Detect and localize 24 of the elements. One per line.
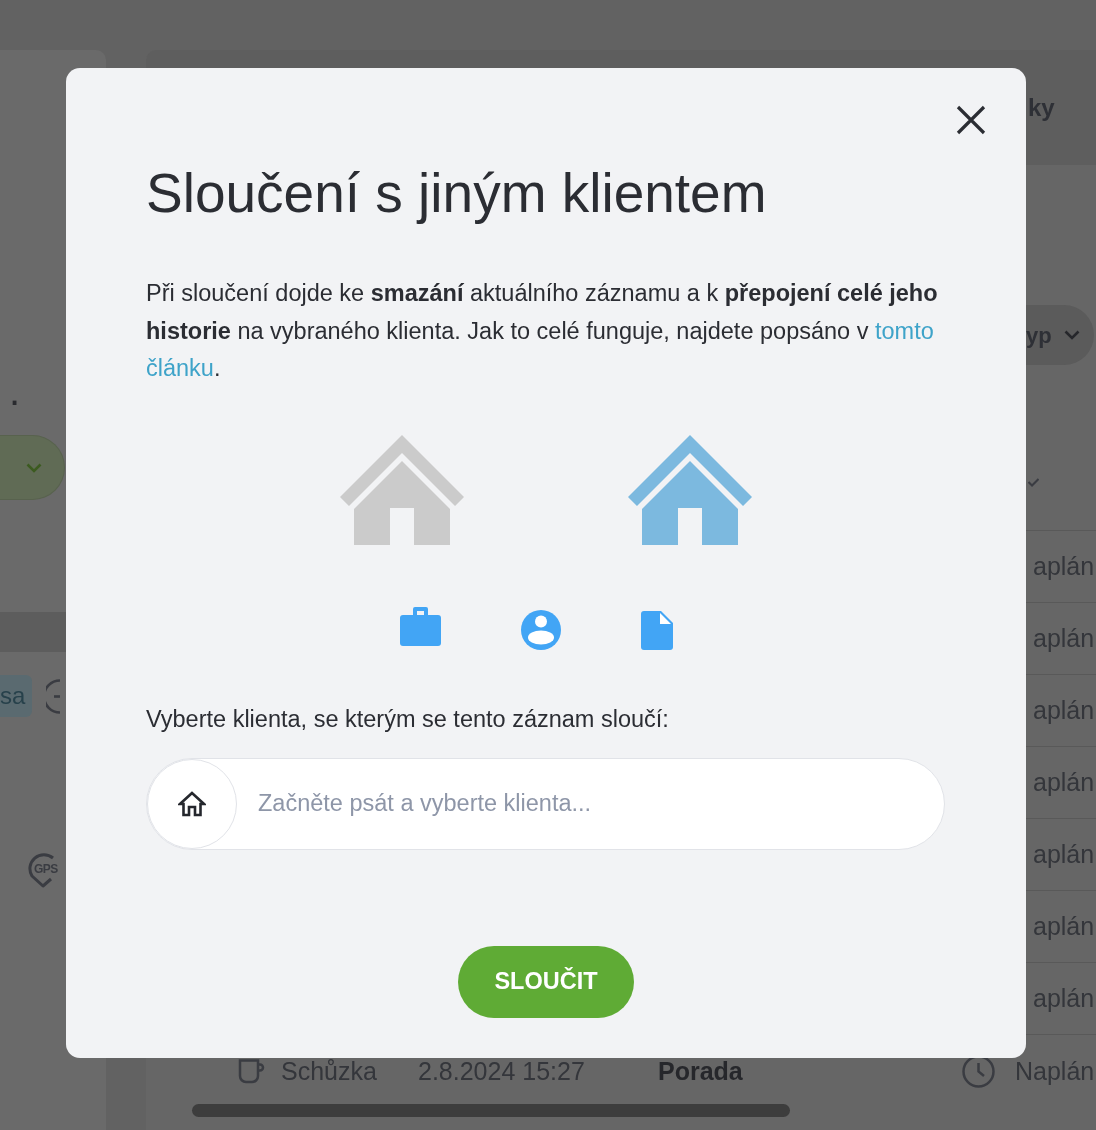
article-link[interactable]: tomto bbox=[875, 317, 934, 344]
title-text: Porada bbox=[658, 1059, 744, 1084]
document-icon bbox=[640, 610, 673, 650]
close-button[interactable] bbox=[956, 105, 986, 135]
merge-description: Při sloučení dojde ke smazání aktuálního záznamu a k přepojení celé jeho historie na vybraného klienta. Jak to celé funguje, najdete popsáno v tomto článku. bbox=[146, 279, 939, 383]
briefcase-icon bbox=[399, 606, 441, 646]
circle-icon bbox=[46, 678, 61, 714]
client-search-field[interactable]: Začněte psát a vyberte klienta... bbox=[146, 757, 945, 850]
house-icon bbox=[340, 434, 464, 545]
chevron-down-icon bbox=[26, 462, 42, 473]
clock-icon bbox=[962, 1055, 995, 1088]
dialog-title: Sloučení s jiným klientem bbox=[146, 161, 768, 225]
house-icon bbox=[628, 434, 752, 545]
merge-button[interactable]: SLOUČIT bbox=[458, 945, 634, 1018]
tick-icon bbox=[1028, 478, 1039, 487]
dropdown-button[interactable] bbox=[0, 435, 65, 500]
chevron-down-icon bbox=[1063, 330, 1080, 340]
horizontal-scrollbar[interactable] bbox=[192, 1104, 790, 1117]
heading-text: . bbox=[9, 368, 21, 414]
user-circle-icon bbox=[520, 609, 561, 650]
article-link[interactable]: článku bbox=[146, 355, 214, 381]
cup-icon bbox=[238, 1059, 265, 1084]
select-client-label: Vyberte klienta, se kterým se tento záznam sloučí: bbox=[146, 704, 670, 733]
close-icon bbox=[956, 105, 986, 135]
